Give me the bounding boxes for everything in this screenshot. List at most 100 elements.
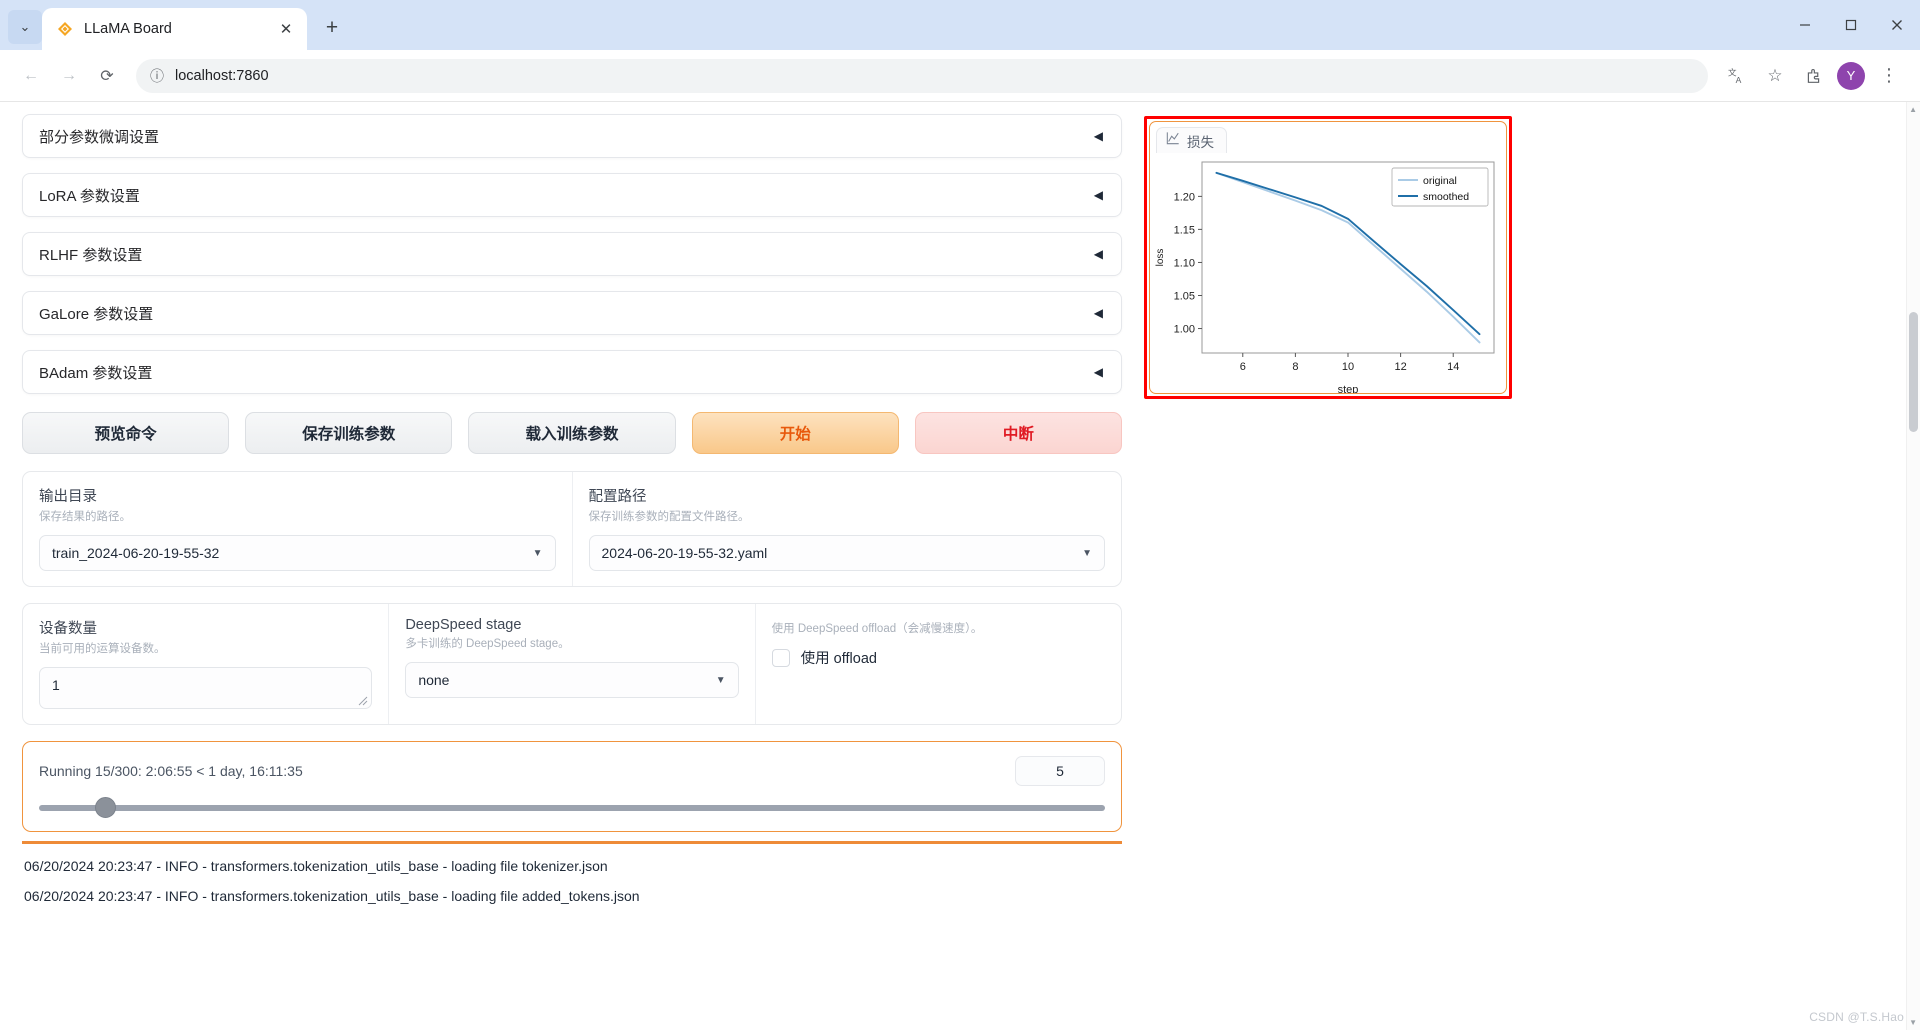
progress-slider[interactable]: [39, 795, 1105, 821]
log-line: 06/20/2024 20:23:47 - INFO - transformer…: [24, 858, 608, 874]
svg-text:step: step: [1338, 384, 1359, 394]
window-close-icon[interactable]: [1874, 0, 1920, 50]
line-chart-icon: [1166, 131, 1180, 150]
chevron-left-icon[interactable]: ◀: [1094, 306, 1103, 320]
accordion-label: BAdam 参数设置: [39, 364, 153, 382]
svg-text:12: 12: [1394, 361, 1406, 373]
svg-text:8: 8: [1292, 361, 1298, 373]
accordion-badam-settings[interactable]: BAdam 参数设置 ◀: [22, 350, 1122, 394]
chevron-down-icon[interactable]: ▼: [533, 548, 543, 559]
chevron-down-icon[interactable]: ▼: [716, 675, 726, 686]
chevron-left-icon[interactable]: ◀: [1094, 188, 1103, 202]
chevron-left-icon[interactable]: ◀: [1094, 247, 1103, 261]
svg-text:10: 10: [1342, 361, 1354, 373]
accordion-rlhf-settings[interactable]: RLHF 参数设置 ◀: [22, 232, 1122, 276]
config-path-value: 2024-06-20-19-55-32.yaml: [601, 545, 768, 561]
config-path-select[interactable]: 2024-06-20-19-55-32.yaml ▼: [588, 535, 1105, 571]
scroll-down-arrow-icon[interactable]: ▼: [1909, 1018, 1917, 1027]
accordion-galore-settings[interactable]: GaLore 参数设置 ◀: [22, 291, 1122, 335]
device-count-info: 当前可用的运算设备数。: [39, 643, 166, 655]
config-path-cell: 配置路径 保存训练参数的配置文件路径。 2024-06-20-19-55-32.…: [573, 472, 1122, 586]
accordion-label: RLHF 参数设置: [39, 246, 143, 264]
device-count-input[interactable]: 1: [39, 667, 373, 709]
load-train-args-button[interactable]: 载入训练参数: [468, 412, 676, 454]
offload-info: 使用 DeepSpeed offload（会减慢速度）。: [771, 623, 983, 635]
accordion-freeze-settings[interactable]: 部分参数微调设置 ◀: [22, 114, 1122, 158]
loss-chart-canvas: 1.00 1.05 1.10 1.15 1.20 6 8 10 12 14 step loss orig…: [1150, 154, 1506, 393]
offload-checkbox[interactable]: [771, 648, 790, 667]
output-dir-cell: 输出目录 保存结果的路径。 train_2024-06-20-19-55-32 …: [23, 472, 573, 586]
loss-chart-panel: 损失 1.00 1.05 1.10 1.15 1.20 6 8 10 12 14 step loss o…: [1149, 121, 1507, 394]
offload-checkbox-label: 使用 offload: [800, 651, 877, 667]
browser-tab[interactable]: LLaMA Board ✕: [42, 8, 307, 50]
slider-track[interactable]: [39, 805, 1105, 811]
bookmark-star-icon[interactable]: ☆: [1758, 59, 1792, 93]
accordion-label: 部分参数微调设置: [39, 128, 160, 146]
svg-text:14: 14: [1447, 361, 1459, 373]
new-tab-button[interactable]: +: [317, 13, 347, 43]
right-column: 损失 1.00 1.05 1.10 1.15 1.20 6 8 10 12 14 step loss o…: [1144, 114, 1898, 1030]
back-icon[interactable]: ←: [14, 59, 48, 93]
page-scrollbar[interactable]: ▲ ▼: [1906, 102, 1920, 1030]
tab-loss-label: 损失: [1187, 134, 1214, 150]
compute-group: 设备数量 当前可用的运算设备数。 1 DeepSpeed stage 多卡训练的…: [22, 603, 1122, 725]
svg-text:smoothed: smoothed: [1423, 191, 1469, 203]
offload-checkbox-row[interactable]: 使用 offload: [771, 647, 1105, 668]
device-count-label: 设备数量: [39, 621, 97, 637]
browser-menu-icon[interactable]: ⋮: [1872, 59, 1906, 93]
chevron-left-icon[interactable]: ◀: [1094, 365, 1103, 379]
action-button-row: 预览命令 保存训练参数 载入训练参数 开始 中断: [22, 412, 1123, 454]
scrollbar-thumb[interactable]: [1909, 312, 1918, 432]
output-dir-value: train_2024-06-20-19-55-32: [52, 545, 220, 561]
browser-tab-title: LLaMA Board: [84, 21, 172, 37]
resize-handle-icon[interactable]: [358, 696, 368, 706]
reload-icon[interactable]: ⟳: [90, 59, 124, 93]
accordion-lora-settings[interactable]: LoRA 参数设置 ◀: [22, 173, 1122, 217]
offload-cell: 使用 DeepSpeed offload（会减慢速度）。 使用 offload: [756, 604, 1121, 724]
deepspeed-stage-select[interactable]: none ▼: [405, 662, 739, 698]
device-count-value: 1: [52, 677, 60, 693]
svg-text:1.20: 1.20: [1174, 191, 1195, 203]
deepspeed-stage-cell: DeepSpeed stage 多卡训练的 DeepSpeed stage。 n…: [389, 604, 756, 724]
site-info-icon[interactable]: ⓘ: [150, 66, 164, 86]
svg-text:1.05: 1.05: [1174, 291, 1195, 303]
svg-text:1.00: 1.00: [1174, 324, 1195, 336]
chevron-left-icon[interactable]: ◀: [1094, 129, 1103, 143]
address-bar-url: localhost:7860: [175, 67, 269, 84]
translate-icon[interactable]: 文 A: [1720, 59, 1754, 93]
abort-button[interactable]: 中断: [914, 412, 1123, 454]
progress-value-box[interactable]: 5: [1015, 756, 1105, 786]
save-train-args-button[interactable]: 保存训练参数: [245, 412, 453, 454]
tab-loss[interactable]: 损失: [1156, 127, 1227, 153]
accordion-label: GaLore 参数设置: [39, 305, 154, 323]
start-button[interactable]: 开始: [691, 412, 899, 454]
svg-text:6: 6: [1240, 361, 1246, 373]
output-dir-info: 保存结果的路径。: [39, 511, 131, 523]
output-dir-label: 输出目录: [39, 489, 97, 505]
profile-avatar[interactable]: Y: [1834, 59, 1868, 93]
chevron-down-icon[interactable]: ▼: [1082, 548, 1092, 559]
accordion-label: LoRA 参数设置: [39, 187, 140, 205]
tab-close-icon[interactable]: ✕: [275, 18, 297, 40]
scroll-up-arrow-icon[interactable]: ▲: [1909, 105, 1917, 114]
extensions-icon[interactable]: [1796, 59, 1830, 93]
browser-window: ⌄ LLaMA Board ✕ + ← → ⟳ ⓘ localhost:7860…: [0, 0, 1920, 1030]
config-path-label: 配置路径: [588, 489, 647, 505]
output-dir-select[interactable]: train_2024-06-20-19-55-32 ▼: [39, 535, 556, 571]
address-bar[interactable]: ⓘ localhost:7860: [136, 58, 1708, 93]
forward-icon[interactable]: →: [52, 59, 86, 93]
llama-board-favicon-icon: [56, 20, 74, 38]
browser-tabstrip: ⌄ LLaMA Board ✕ +: [0, 0, 1920, 50]
loss-chart-highlight-box: 损失 1.00 1.05 1.10 1.15 1.20 6 8 10 12 14 step loss o…: [1144, 116, 1512, 399]
avatar-initial: Y: [1837, 61, 1865, 90]
log-line: 06/20/2024 20:23:47 - INFO - transformer…: [24, 888, 640, 904]
browser-toolbar: ← → ⟳ ⓘ localhost:7860 文 A ☆ Y ⋮: [0, 50, 1920, 102]
slider-thumb[interactable]: [95, 797, 117, 818]
window-maximize-icon[interactable]: [1828, 0, 1874, 50]
preview-command-button[interactable]: 预览命令: [22, 412, 230, 454]
tab-list-chevron-icon[interactable]: ⌄: [8, 10, 42, 44]
deepspeed-stage-info: 多卡训练的 DeepSpeed stage。: [405, 638, 570, 650]
window-minimize-icon[interactable]: [1782, 0, 1828, 50]
page-viewport: 部分参数微调设置 ◀ LoRA 参数设置 ◀ RLHF 参数设置 ◀ GaLor…: [0, 102, 1920, 1030]
progress-status-text: Running 15/300: 2:06:55 < 1 day, 16:11:3…: [39, 763, 303, 779]
